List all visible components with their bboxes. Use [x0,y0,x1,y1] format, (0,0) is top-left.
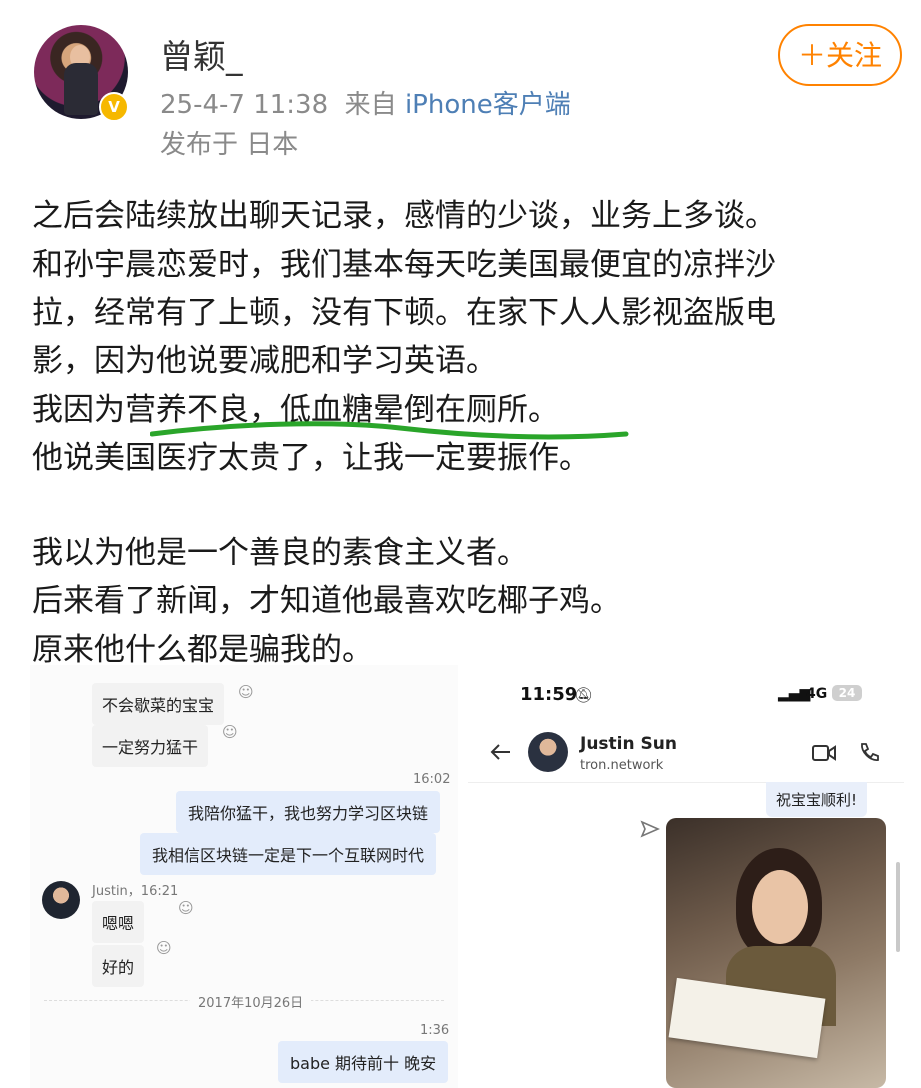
shared-photo[interactable] [666,818,886,1088]
video-call-icon[interactable] [812,744,836,762]
sender-meta: Justin，16:21 [92,884,179,899]
chat-time: 1:36 [420,1023,450,1038]
post-datetime: 25-4-7 11:38 [160,90,329,120]
highlight-underline [150,421,629,440]
contact-avatar[interactable] [528,732,568,772]
sender-avatar[interactable] [42,881,80,919]
emoji-reaction-icon[interactable]: ☺ [178,899,194,917]
share-forward-icon[interactable] [640,820,660,838]
scrollbar[interactable] [896,862,900,952]
source-prefix: 来自 [344,90,397,120]
emoji-reaction-icon[interactable]: ☺ [238,683,254,701]
post-meta: 25-4-7 11:38 来自 iPhone客户端 [160,84,571,121]
post-text-line: 拉，经常有了上顿，没有下顿。在家下人人影视盗版电 [32,295,776,331]
follow-button[interactable]: ＋关注 [778,24,902,86]
post-text-line: 后来看了新闻，才知道他最喜欢吃椰子鸡。 [32,583,621,619]
username[interactable]: 曾颖_ [160,30,243,78]
phone-call-icon[interactable] [858,742,880,764]
chat-bubble-outgoing: 祝宝宝顺利! [766,782,868,817]
date-divider: 2017年10月26日 [190,992,312,1011]
post-text-line: 之后会陆续放出聊天记录，感情的少谈，业务上多谈。 [32,198,776,234]
post-text-line: 影，因为他说要减肥和学习英语。 [32,343,497,379]
contact-name[interactable]: Justin Sun [580,734,677,754]
verified-v-icon: V [99,92,129,122]
post-location: 发布于 日本 [160,130,299,160]
back-arrow-icon[interactable] [488,742,512,762]
emoji-reaction-icon[interactable]: ☺ [156,939,172,957]
photo-face [752,870,808,944]
source-link[interactable]: iPhone客户端 [405,90,571,120]
chat-bubble-outgoing: 我相信区块链一定是下一个互联网时代 [140,833,437,875]
post-text-line: 我以为他是一个善良的素食主义者。 [32,535,528,571]
chat-screenshot-left: 不会歇菜的宝宝 ☺ 一定努力猛干 ☺ 16:02 我陪你猛干，我也努力学习区块链… [30,665,458,1088]
battery-indicator: 24 [832,685,862,701]
post-text-line: 和孙宇晨恋爱时，我们基本每天吃美国最便宜的凉拌沙 [32,247,776,283]
emoji-reaction-icon[interactable]: ☺ [222,723,238,741]
chat-bubble-incoming: 嗯嗯 [92,901,145,943]
network-type: 4G [806,686,828,702]
contact-subtitle: tron.network [580,758,664,773]
status-clock: 11:59 [520,684,578,705]
avatar-figure [64,63,98,115]
chat-screenshot-right: 11:59 🔕︎ ▂▄▆ 4G 24 Justin Sun tron.netwo… [468,672,904,1088]
chat-time: 16:02 [413,772,451,787]
chat-bubble-outgoing: babe 期待前十 晚安 [278,1041,449,1083]
chat-bubble-incoming: 一定努力猛干 [92,725,209,767]
chat-bubble-incoming: 好的 [92,945,145,987]
chat-bubble-outgoing: 我陪你猛干，我也努力学习区块链 [176,791,441,833]
post-text-line: 原来他什么都是骗我的。 [32,632,373,668]
bell-slash-icon: 🔕︎ [574,686,594,704]
chat-bubble-incoming: 不会歇菜的宝宝 [92,683,225,725]
